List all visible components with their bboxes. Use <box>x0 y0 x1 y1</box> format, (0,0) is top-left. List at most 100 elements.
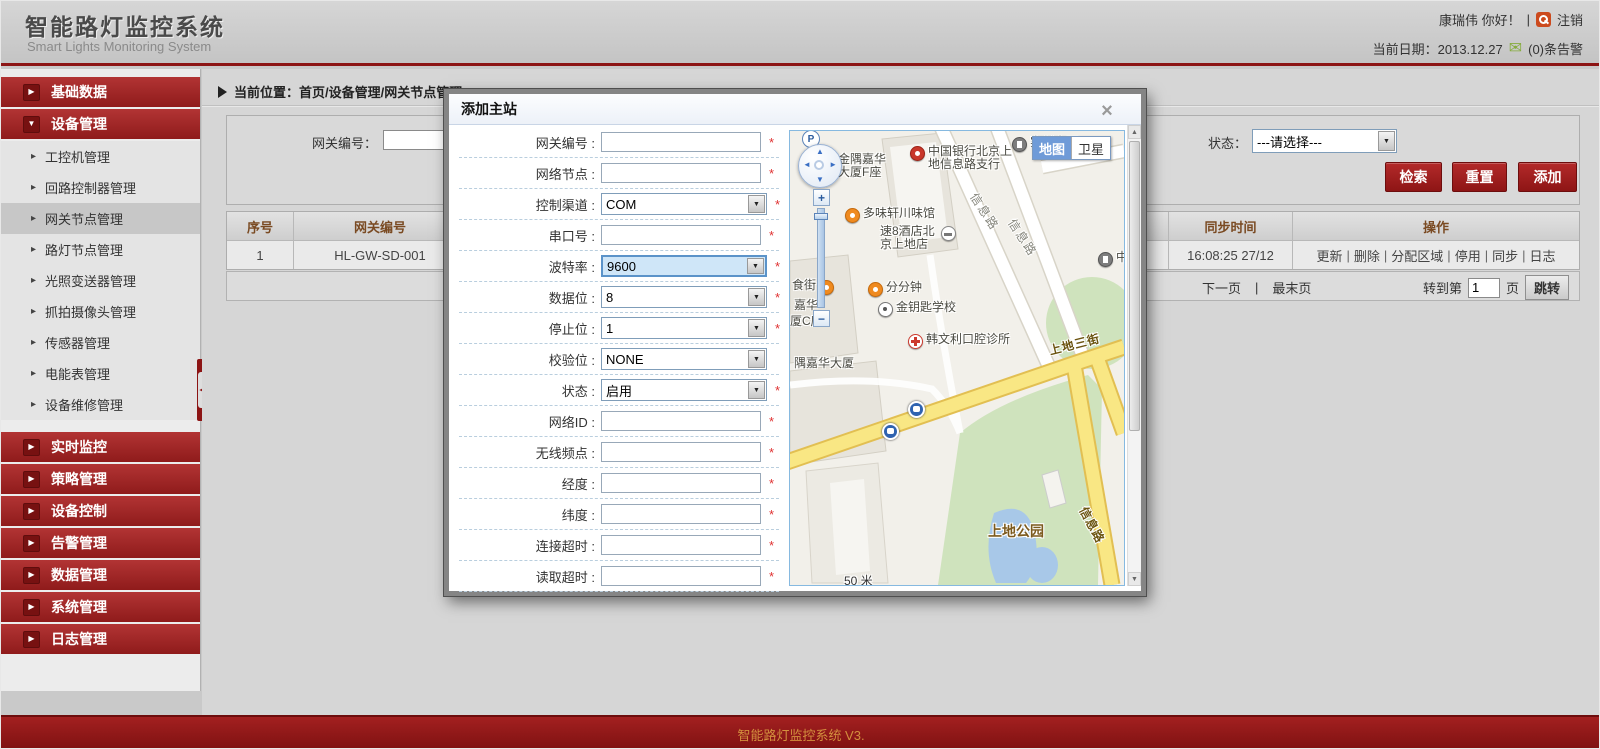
search-button[interactable]: 检索 <box>1385 162 1442 192</box>
sidebar-group-data-management[interactable]: ▶数据管理 <box>1 560 200 590</box>
add-master-station-modal: 添加主站 × 网关编号 :* 网络节点 :* 控制渠道 :COM▼* 串口号 :… <box>444 89 1146 596</box>
baud-rate-select[interactable]: 9600▼ <box>601 255 767 277</box>
zoom-in-button[interactable]: + <box>813 189 830 206</box>
page-number-input[interactable] <box>1468 278 1500 298</box>
pan-center-icon[interactable] <box>814 160 824 170</box>
op-disable-link[interactable]: 停用 <box>1455 246 1481 265</box>
op-delete-link[interactable]: 删除 <box>1354 246 1380 265</box>
sidebar-group-label: 设备控制 <box>51 501 107 521</box>
sidebar-group-basic-data[interactable]: ▶ 基础数据 <box>1 77 200 107</box>
add-button[interactable]: 添加 <box>1518 162 1577 192</box>
map-type-map-button[interactable]: 地图 <box>1033 137 1071 159</box>
sidebar-item-device-maintenance-management[interactable]: ▸设备维修管理 <box>1 389 200 420</box>
required-asterisk: * <box>775 383 780 398</box>
sidebar-item-light-transmitter-management[interactable]: ▸光照变送器管理 <box>1 265 200 296</box>
wireless-freq-field[interactable] <box>601 442 761 462</box>
stop-bits-select[interactable]: 1▼ <box>601 317 767 339</box>
col-header-operations: 操作 <box>1293 212 1579 240</box>
sidebar-group-strategy-management[interactable]: ▶策略管理 <box>1 464 200 494</box>
select-value: 1 <box>606 321 613 336</box>
jump-button[interactable]: 跳转 <box>1525 275 1569 300</box>
op-update-link[interactable]: 更新 <box>1316 246 1342 265</box>
pan-up-icon[interactable]: ▲ <box>816 148 824 156</box>
sidebar-group-log-management[interactable]: ▶日志管理 <box>1 624 200 654</box>
map-type-satellite-button[interactable]: 卫星 <box>1071 137 1110 159</box>
dropdown-icon[interactable]: ▼ <box>1378 131 1395 151</box>
network-id-field[interactable] <box>601 411 761 431</box>
modal-titlebar: 添加主站 × <box>449 94 1141 125</box>
dropdown-icon[interactable]: ▼ <box>748 381 765 399</box>
submenu-arrow-icon: ▸ <box>31 245 36 255</box>
build-poi-icon <box>1098 252 1113 267</box>
longitude-field[interactable] <box>601 473 761 493</box>
dropdown-icon[interactable]: ▼ <box>747 258 764 274</box>
location-map[interactable]: 实创大厦中国银行北京上地信息路支行金隅嘉华大厦F座多味轩川味馆速8酒店北京上地店… <box>789 130 1125 586</box>
dropdown-icon[interactable]: ▼ <box>748 319 765 337</box>
app-title: 智能路灯监控系统 <box>25 8 225 42</box>
dropdown-icon[interactable]: ▼ <box>748 195 765 213</box>
last-page-link[interactable]: 最末页 <box>1272 278 1311 297</box>
scroll-down-icon[interactable]: ▼ <box>1128 572 1141 586</box>
form-row-network-node: 网络节点 :* <box>459 158 779 189</box>
alert-count[interactable]: (0)条告警 <box>1528 39 1583 58</box>
op-separator: | <box>1522 248 1525 263</box>
logout-link[interactable]: 注销 <box>1557 10 1583 29</box>
next-page-link[interactable]: 下一页 <box>1202 278 1241 297</box>
pan-right-icon[interactable]: ► <box>829 161 837 169</box>
required-asterisk: * <box>775 321 780 336</box>
parity-select[interactable]: NONE▼ <box>601 348 767 370</box>
reset-button[interactable]: 重置 <box>1452 162 1507 192</box>
sidebar-item-sensor-management[interactable]: ▸传感器管理 <box>1 327 200 358</box>
pan-down-icon[interactable]: ▼ <box>816 176 824 184</box>
connect-timeout-field[interactable] <box>601 535 761 555</box>
op-assign-area-link[interactable]: 分配区域 <box>1391 246 1443 265</box>
op-log-link[interactable]: 日志 <box>1530 246 1556 265</box>
header-user-area: 康瑞伟 你好！ | 注销 <box>1439 10 1583 29</box>
sidebar-group-system-management[interactable]: ▶系统管理 <box>1 592 200 622</box>
close-icon[interactable]: × <box>1097 96 1117 126</box>
form-row-latitude: 纬度 :* <box>459 499 779 530</box>
sidebar-group-device-management[interactable]: ▼ 设备管理 <box>1 109 200 139</box>
zoom-slider-track[interactable] <box>817 208 825 308</box>
dropdown-icon[interactable]: ▼ <box>748 350 765 368</box>
dropdown-icon[interactable]: ▼ <box>748 288 765 306</box>
op-sync-link[interactable]: 同步 <box>1492 246 1518 265</box>
bus-stop-icon <box>882 423 899 440</box>
required-asterisk: * <box>769 228 777 243</box>
modal-scrollbar[interactable]: ▲ ▼ <box>1127 125 1141 586</box>
serial-port-field[interactable] <box>601 225 761 245</box>
sidebar-item-capture-camera-management[interactable]: ▸抓拍摄像头管理 <box>1 296 200 327</box>
control-channel-select[interactable]: COM▼ <box>601 193 767 215</box>
required-asterisk: * <box>775 259 780 274</box>
pagination-separator: | <box>1255 280 1258 295</box>
sidebar-item-gateway-node-management[interactable]: ▸网关节点管理 <box>1 203 200 234</box>
gateway-no-field[interactable] <box>601 132 761 152</box>
sidebar-item-ipc-management[interactable]: ▸工控机管理 <box>1 141 200 172</box>
sidebar-group-realtime-monitoring[interactable]: ▶实时监控 <box>1 432 200 462</box>
footer-text: 智能路灯监控系统 V3. <box>737 728 864 743</box>
status-select[interactable]: ---请选择--- ▼ <box>1252 129 1397 153</box>
sidebar-group-device-control[interactable]: ▶设备控制 <box>1 496 200 526</box>
mail-icon[interactable]: ✉ <box>1509 42 1522 56</box>
op-separator: | <box>1485 248 1488 263</box>
sidebar-item-loop-controller-management[interactable]: ▸回路控制器管理 <box>1 172 200 203</box>
map-pan-control[interactable]: ▲ ▼ ◄ ► <box>798 144 842 188</box>
cell-operations: 更新|删除|分配区域|停用|同步|日志 <box>1293 241 1579 269</box>
sidebar-group-alarm-management[interactable]: ▶告警管理 <box>1 528 200 558</box>
rest-poi-icon <box>845 208 860 223</box>
data-bits-select[interactable]: 8▼ <box>601 286 767 308</box>
network-node-field[interactable] <box>601 163 761 183</box>
expanded-arrow-icon: ▼ <box>23 116 40 133</box>
sidebar-item-energy-meter-management[interactable]: ▸电能表管理 <box>1 358 200 389</box>
sidebar-item-streetlight-node-management[interactable]: ▸路灯节点管理 <box>1 234 200 265</box>
zoom-slider-thumb[interactable] <box>814 213 828 220</box>
header-status-area: 当前日期：2013.12.27 ✉ (0)条告警 <box>1373 39 1583 58</box>
scrollbar-thumb[interactable] <box>1129 141 1140 431</box>
required-asterisk: * <box>775 197 780 212</box>
zoom-out-button[interactable]: − <box>813 310 830 327</box>
read-timeout-field[interactable] <box>601 566 761 586</box>
pan-left-icon[interactable]: ◄ <box>803 161 811 169</box>
status-enable-select[interactable]: 启用▼ <box>601 379 767 401</box>
scroll-up-icon[interactable]: ▲ <box>1128 125 1141 139</box>
latitude-field[interactable] <box>601 504 761 524</box>
